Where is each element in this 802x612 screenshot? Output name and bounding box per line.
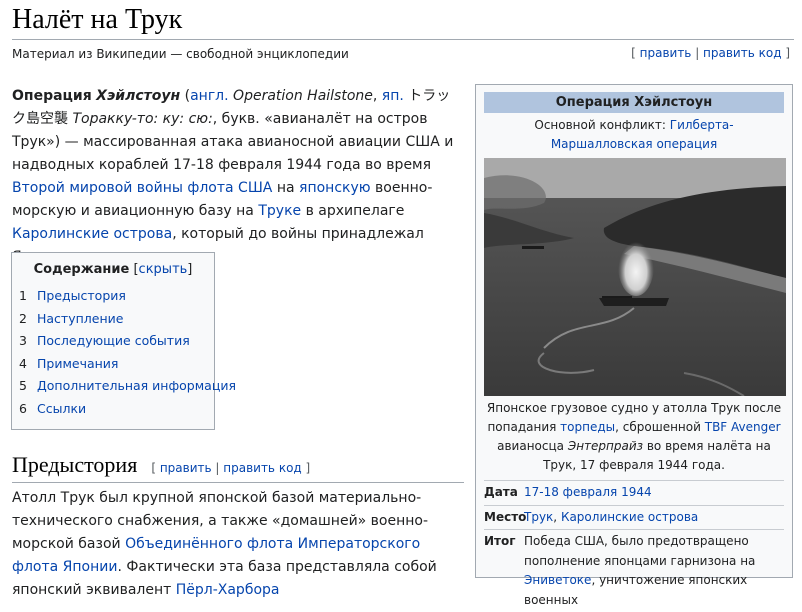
toc-link[interactable]: Последующие события bbox=[37, 333, 190, 348]
toc-title: Содержание bbox=[33, 262, 130, 277]
toc-item-links[interactable]: 6 Ссылки bbox=[19, 398, 214, 421]
section-edit-link[interactable]: править bbox=[160, 461, 212, 475]
toc-item-notes[interactable]: 4 Примечания bbox=[19, 353, 214, 376]
row-value: Победа США, было предотвращено пополнени… bbox=[524, 532, 784, 610]
infobox: Операция Хэйлстоун Основной конфликт: Ги… bbox=[475, 84, 793, 607]
row-key: Дата bbox=[484, 485, 518, 499]
section-edit-links: [ править | править код ] bbox=[151, 461, 311, 475]
toc-item-aftermath[interactable]: 3 Последующие события bbox=[19, 330, 214, 353]
lead-text: , bbox=[372, 88, 382, 104]
toc-link[interactable]: Ссылки bbox=[37, 401, 86, 416]
toc-number: 5 bbox=[19, 378, 27, 394]
toc-number: 3 bbox=[19, 333, 27, 349]
infobox-caption: Японское грузовое судно у атолла Трук по… bbox=[482, 399, 786, 475]
page-subtitle: Материал из Википедии — свободной энцикл… bbox=[12, 47, 349, 61]
caption-italic: Энтерпрайз bbox=[567, 439, 644, 453]
toc-heading: Содержание [скрыть] bbox=[33, 262, 193, 277]
lead-bold-italic-name: Хэйлстоун bbox=[96, 88, 181, 104]
table-of-contents: Содержание [скрыть] 1 Предыстория 2 Наст… bbox=[11, 252, 236, 430]
toc-item-further-info[interactable]: 5 Дополнительная информация bbox=[19, 375, 236, 398]
toc-item-offensive[interactable]: 2 Наступление bbox=[19, 308, 214, 331]
link-caroline-islands[interactable]: Каролинские острова bbox=[12, 226, 172, 242]
row-value: Трук, Каролинские острова bbox=[524, 508, 784, 528]
infobox-row-place: Место Трук, Каролинские острова bbox=[484, 504, 784, 530]
lead-paragraph: Операция Хэйлстоун (англ. Operation Hail… bbox=[12, 85, 464, 269]
infobox-rows: Дата 17-18 февраля 1944 Место Трук, Каро… bbox=[476, 480, 792, 612]
toc-number: 2 bbox=[19, 310, 27, 326]
infobox-photo[interactable] bbox=[484, 158, 786, 396]
date-link[interactable]: 17-18 февраля 1944 bbox=[524, 485, 652, 499]
section-title: Предыстория bbox=[12, 452, 138, 477]
toc-link[interactable]: Предыстория bbox=[37, 288, 126, 303]
page-title: Налёт на Трук bbox=[12, 2, 794, 40]
section-paragraph: Атолл Трук был крупной японской базой ма… bbox=[12, 487, 464, 602]
caption-text: авианосца bbox=[497, 439, 568, 453]
lead-text: ( bbox=[180, 88, 191, 104]
infobox-conflict: Основной конфликт: Гилберта-Маршалловска… bbox=[484, 116, 784, 154]
place-link-carolines[interactable]: Каролинские острова bbox=[561, 510, 698, 524]
result-link-eniwetok[interactable]: Эниветоке bbox=[524, 573, 591, 587]
section-heading-background: Предыстория [ править | править код ] bbox=[12, 452, 464, 483]
infobox-row-result: Итог Победа США, было предотвращено попо… bbox=[484, 529, 784, 612]
page-edit-links: [ править | править код ] bbox=[631, 46, 790, 60]
toc-list: 1 Предыстория 2 Наступление 3 Последующи… bbox=[12, 285, 236, 421]
link-pearl-harbor[interactable]: Пёрл-Харбора bbox=[176, 582, 280, 598]
result-text: Победа США, было предотвращено пополнени… bbox=[524, 534, 756, 568]
row-key: Место bbox=[484, 509, 527, 524]
row-sep: , bbox=[553, 509, 561, 524]
edit-code-link[interactable]: править код bbox=[703, 46, 781, 60]
link-second-world-war[interactable]: Второй мировой войны bbox=[12, 180, 183, 196]
row-key: Итог bbox=[484, 534, 516, 548]
edit-link[interactable]: править bbox=[640, 46, 692, 60]
toc-number: 1 bbox=[19, 288, 27, 303]
infobox-row-date: Дата 17-18 февраля 1944 bbox=[484, 480, 784, 505]
link-truk[interactable]: Труке bbox=[258, 203, 301, 219]
lang-en-link[interactable]: англ. bbox=[190, 88, 229, 104]
toc-number: 4 bbox=[19, 355, 27, 371]
toc-link[interactable]: Примечания bbox=[37, 356, 118, 371]
toc-item-background[interactable]: 1 Предыстория bbox=[19, 285, 214, 308]
place-link-truk[interactable]: Трук bbox=[524, 510, 553, 524]
link-japanese[interactable]: японскую bbox=[299, 180, 371, 196]
lead-romaji: Тораккy-то: ку: сю: bbox=[72, 111, 213, 127]
row-value: 17-18 февраля 1944 bbox=[524, 483, 784, 503]
lead-en-name: Operation Hailstone bbox=[228, 88, 373, 104]
conflict-label: Основной конфликт: bbox=[534, 118, 670, 132]
toc-link[interactable]: Наступление bbox=[37, 311, 123, 326]
infobox-title: Операция Хэйлстоун bbox=[484, 92, 784, 113]
lead-bold-name: Операция bbox=[12, 88, 92, 104]
lang-ja-link[interactable]: яп. bbox=[382, 88, 404, 104]
toc-link[interactable]: Дополнительная информация bbox=[37, 378, 236, 393]
lead-text: на bbox=[272, 180, 300, 196]
lead-text: в архипелаге bbox=[301, 203, 405, 219]
toc-number: 6 bbox=[19, 400, 27, 416]
photo-truk-attack bbox=[484, 158, 786, 396]
link-us-fleet[interactable]: флота США bbox=[187, 180, 272, 196]
section-edit-code-link[interactable]: править код bbox=[223, 461, 301, 475]
caption-link-avenger[interactable]: TBF Avenger bbox=[705, 420, 781, 434]
caption-text: , сброшенной bbox=[615, 420, 705, 434]
toc-toggle-link[interactable]: скрыть bbox=[139, 262, 188, 277]
caption-link-torpedo[interactable]: торпеды bbox=[560, 420, 615, 434]
